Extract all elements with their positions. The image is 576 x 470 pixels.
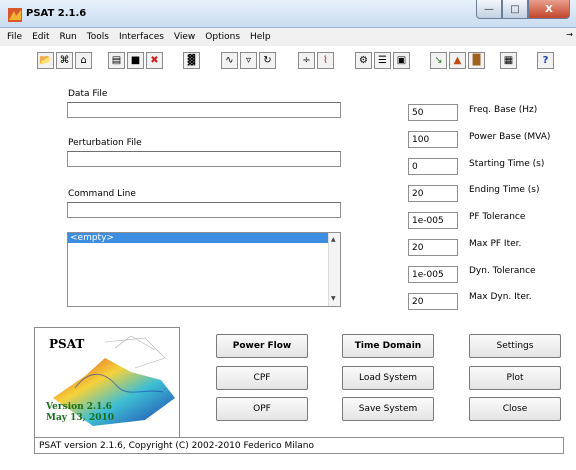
list-item[interactable]: <empty> <box>68 233 328 243</box>
pf-tolerance-label: PF Tolerance <box>469 212 526 222</box>
network-icon[interactable]: ⌘ <box>56 52 73 69</box>
save-system-button[interactable]: Save System <box>342 397 434 421</box>
max-dyn-iter-input[interactable]: 20 <box>408 293 458 310</box>
status-bar: PSAT version 2.1.6, Copyright (C) 2002-2… <box>34 437 564 454</box>
plot-button[interactable]: Plot <box>469 366 561 390</box>
power-base-label: Power Base (MVA) <box>469 132 551 142</box>
library-icon[interactable]: █ <box>468 52 485 69</box>
power-flow-button[interactable]: Power Flow <box>216 334 308 358</box>
data-file-label: Data File <box>68 89 108 99</box>
version-text: Version 2.1.6 <box>46 402 112 412</box>
menu-bar: File Edit Run Tools Interfaces View Opti… <box>0 28 576 46</box>
starting-time-input[interactable]: 0 <box>408 158 458 175</box>
opf-button[interactable]: OPF <box>216 397 308 421</box>
dyn-tolerance-label: Dyn. Tolerance <box>469 266 536 276</box>
max-pf-iter-input[interactable]: 20 <box>408 239 458 256</box>
menu-options[interactable]: Options <box>200 32 245 42</box>
graph-icon[interactable]: ▿ <box>240 52 257 69</box>
close-button[interactable]: Close <box>469 397 561 421</box>
window-title: PSAT 2.1.6 <box>26 8 87 19</box>
image-icon[interactable]: ▣ <box>393 52 410 69</box>
save-icon[interactable]: ■ <box>127 52 144 69</box>
menu-help[interactable]: Help <box>245 32 276 42</box>
minimize-button[interactable]: — <box>476 0 502 19</box>
toolbar: 📂 ⌘ ⌂ ▤ ■ ✖ ▓ ∿ ▿ ↻ ÷ ⌇ ⚙ ☰ ▣ ↘ ▲ █ ▦ ? <box>0 46 576 78</box>
settings-button[interactable]: Settings <box>469 334 561 358</box>
list-scrollbar[interactable]: ▲ ▼ <box>328 233 340 306</box>
pf-tolerance-input[interactable]: 1e-005 <box>408 212 458 229</box>
psat-logo: PSAT Version 2.1.6 May 13, 2010 <box>34 327 180 445</box>
menu-overflow-icon[interactable]: → <box>566 30 573 39</box>
starting-time-label: Starting Time (s) <box>469 159 545 169</box>
fraction-icon[interactable]: ÷ <box>298 52 315 69</box>
close-window-button[interactable]: X <box>528 0 570 19</box>
perturbation-file-input[interactable] <box>67 151 341 167</box>
psat-logo-icon <box>8 8 22 22</box>
ending-time-label: Ending Time (s) <box>469 185 540 195</box>
matlab-icon[interactable]: ▲ <box>449 52 466 69</box>
arrow-icon[interactable]: ↘ <box>430 52 447 69</box>
message-list[interactable]: <empty> ▲ ▼ <box>67 232 341 307</box>
home-icon[interactable]: ⌂ <box>75 52 92 69</box>
menu-interfaces[interactable]: Interfaces <box>114 32 169 42</box>
help-icon[interactable]: ? <box>537 52 554 69</box>
sine-icon[interactable]: ∿ <box>221 52 238 69</box>
logo-title: PSAT <box>49 337 85 351</box>
menu-view[interactable]: View <box>169 32 200 42</box>
ending-time-input[interactable]: 20 <box>408 185 458 202</box>
logo-version: Version 2.1.6 May 13, 2010 <box>46 402 114 424</box>
scroll-down-icon[interactable]: ▼ <box>331 295 336 302</box>
max-dyn-iter-label: Max Dyn. Iter. <box>469 292 532 302</box>
load-system-button[interactable]: Load System <box>342 366 434 390</box>
menu-run[interactable]: Run <box>55 32 82 42</box>
command-line-input[interactable] <box>67 202 341 218</box>
opf-icon[interactable]: ↻ <box>259 52 276 69</box>
power-base-input[interactable]: 100 <box>408 131 458 148</box>
open-folder-icon[interactable]: 📂 <box>37 52 54 69</box>
menu-tools[interactable]: Tools <box>82 32 114 42</box>
window-controls: — □ X <box>476 0 570 19</box>
max-pf-iter-label: Max PF Iter. <box>469 239 522 249</box>
scroll-up-icon[interactable]: ▲ <box>331 236 336 243</box>
report-icon[interactable]: ☰ <box>374 52 391 69</box>
stop-icon[interactable]: ✖ <box>146 52 163 69</box>
freq-base-input[interactable]: 50 <box>408 104 458 121</box>
menu-edit[interactable]: Edit <box>27 32 54 42</box>
command-line-label: Command Line <box>68 189 136 199</box>
perturbation-file-label: Perturbation File <box>68 138 142 148</box>
freq-base-label: Freq. Base (Hz) <box>469 105 538 115</box>
menu-file[interactable]: File <box>2 32 27 42</box>
time-domain-button[interactable]: Time Domain <box>342 334 434 358</box>
settings-icon[interactable]: ⚙ <box>355 52 372 69</box>
book-icon[interactable]: ▦ <box>500 52 517 69</box>
title-bar: PSAT 2.1.6 — □ X <box>0 0 576 28</box>
main-panel: Data File Perturbation File Command Line… <box>0 78 576 470</box>
matrix-icon[interactable]: ▓ <box>183 52 200 69</box>
wave-icon[interactable]: ⌇ <box>317 52 334 69</box>
document-icon[interactable]: ▤ <box>108 52 125 69</box>
cpf-button[interactable]: CPF <box>216 366 308 390</box>
release-date: May 13, 2010 <box>46 413 114 423</box>
maximize-button[interactable]: □ <box>502 0 528 19</box>
dyn-tolerance-input[interactable]: 1e-005 <box>408 266 458 283</box>
data-file-input[interactable] <box>67 102 341 118</box>
